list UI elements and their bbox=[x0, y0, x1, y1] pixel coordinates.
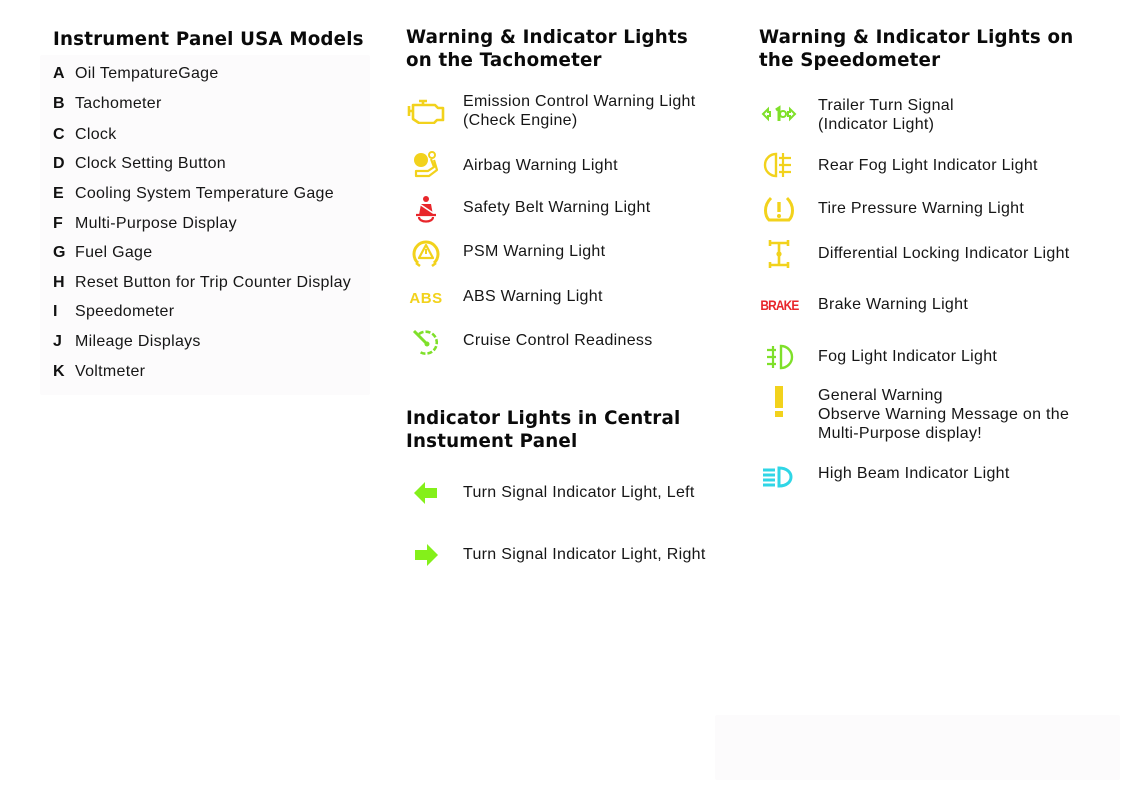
section-title: Warning & Indicator Lights on the Speedo… bbox=[759, 26, 1086, 72]
indicator-light-label: High Beam Indicator Light bbox=[818, 464, 1010, 483]
label-line1: High Beam Indicator Light bbox=[818, 465, 1010, 482]
abs-icon: ABS bbox=[409, 289, 443, 307]
indicator-light-label: Safety Belt Warning Light bbox=[463, 198, 650, 217]
section-title-line1: Warning & Indicator Lights on bbox=[759, 26, 1074, 48]
label-line1: Airbag Warning Light bbox=[463, 157, 618, 174]
indicator-light-label: Emission Control Warning Light (Check Eng… bbox=[463, 92, 696, 130]
legend-item: H Reset Button for Trip Counter Display bbox=[53, 273, 351, 292]
legend-label: Fuel Gage bbox=[75, 244, 153, 261]
indicator-light-label: Brake Warning Light bbox=[818, 295, 968, 314]
legend-label: Cooling System Temperature Gage bbox=[75, 185, 334, 202]
label-line1: Rear Fog Light Indicator Light bbox=[818, 157, 1038, 174]
indicator-light-label: Airbag Warning Light bbox=[463, 156, 618, 175]
rear-fog-light-icon bbox=[759, 149, 799, 181]
legend-label: Voltmeter bbox=[75, 363, 146, 380]
section-title: Warning & Indicator Lights on the Tachom… bbox=[406, 26, 700, 72]
legend-label: Clock bbox=[75, 126, 117, 143]
section-title-line1: Indicator Lights in Central bbox=[406, 407, 681, 429]
high-beam-icon bbox=[759, 461, 799, 493]
label-line1: Trailer Turn Signal bbox=[818, 97, 954, 114]
legend-item: C Clock bbox=[53, 125, 117, 144]
arrow-left-icon bbox=[406, 477, 446, 509]
label-line1: General Warning bbox=[818, 387, 943, 404]
indicator-light-label: Turn Signal Indicator Light, Right bbox=[463, 545, 706, 564]
legend-letter: K bbox=[53, 363, 65, 380]
label-line1: Safety Belt Warning Light bbox=[463, 199, 651, 216]
cruise-control-icon bbox=[406, 326, 446, 358]
label-line1: ABS Warning Light bbox=[463, 288, 603, 305]
legend-letter: A bbox=[53, 65, 65, 82]
label-line1: Cruise Control Readiness bbox=[463, 332, 653, 349]
legend-label: Reset Button for Trip Counter Display bbox=[75, 274, 352, 291]
legend-item: G Fuel Gage bbox=[53, 243, 152, 262]
legend-item: A Oil TempatureGage bbox=[53, 64, 219, 83]
legend-item: F Multi-Purpose Display bbox=[53, 214, 237, 233]
label-line1: Emission Control Warning Light bbox=[463, 93, 696, 110]
legend-item: I Speedometer bbox=[53, 302, 174, 321]
brake-icon: BRAKE bbox=[759, 297, 799, 313]
psm-icon bbox=[406, 237, 446, 269]
label-line3: Multi-Purpose display! bbox=[818, 425, 982, 442]
legend-label: Multi-Purpose Display bbox=[75, 215, 237, 232]
legend-label: Mileage Displays bbox=[75, 333, 201, 350]
label-line1: Tire Pressure Warning Light bbox=[818, 200, 1025, 217]
airbag-icon bbox=[406, 149, 446, 181]
indicator-light-label: General Warning Observe Warning Message o… bbox=[818, 386, 1069, 443]
indicator-light-label: Rear Fog Light Indicator Light bbox=[818, 156, 1038, 175]
legend-label: Oil TempatureGage bbox=[75, 65, 219, 82]
legend-label: Speedometer bbox=[75, 303, 175, 320]
label-line1: Turn Signal Indicator Light, Left bbox=[463, 484, 695, 501]
legend-letter: G bbox=[53, 244, 66, 261]
indicator-light-label: Cruise Control Readiness bbox=[463, 331, 653, 350]
legend-letter: J bbox=[53, 333, 63, 350]
section-title: Instrument Panel USA Models bbox=[53, 28, 364, 50]
indicator-light-label: ABS Warning Light bbox=[463, 287, 603, 306]
label-line2: Observe Warning Message on the bbox=[818, 406, 1070, 423]
section-title-line1: Warning & Indicator Lights bbox=[406, 26, 688, 48]
legend-letter: C bbox=[53, 126, 65, 143]
arrow-right-icon bbox=[406, 539, 446, 571]
seatbelt-icon bbox=[406, 194, 446, 226]
general-warning-icon bbox=[759, 386, 799, 418]
section-title-line2: Instument Panel bbox=[406, 430, 578, 452]
legend-letter: B bbox=[53, 95, 65, 112]
indicator-light-label: Tire Pressure Warning Light bbox=[818, 199, 1024, 218]
legend-letter: H bbox=[53, 274, 65, 291]
legend-item: K Voltmeter bbox=[53, 362, 145, 381]
tire-pressure-icon bbox=[759, 193, 799, 225]
legend-item: E Cooling System Temperature Gage bbox=[53, 184, 334, 203]
legend-item: D Clock Setting Button bbox=[53, 154, 226, 173]
indicator-light-label: PSM Warning Light bbox=[463, 242, 605, 261]
indicator-light-label: Differential Locking Indicator Light bbox=[818, 244, 1070, 263]
indicator-light-label: Fog Light Indicator Light bbox=[818, 347, 997, 366]
legend-letter: I bbox=[53, 303, 58, 320]
legend-item: B Tachometer bbox=[53, 94, 162, 113]
label-line1: Fog Light Indicator Light bbox=[818, 348, 998, 365]
legend-letter: F bbox=[53, 215, 64, 232]
indicator-light-label: Trailer Turn Signal (Indicator Light) bbox=[818, 96, 954, 134]
section-title-line2: on the Tachometer bbox=[406, 49, 602, 71]
label-line1: Turn Signal Indicator Light, Right bbox=[463, 546, 706, 563]
fog-light-icon bbox=[759, 341, 799, 373]
label-line1: Differential Locking Indicator Light bbox=[818, 245, 1070, 262]
label-line2: (Check Engine) bbox=[463, 112, 578, 129]
legend-label: Tachometer bbox=[75, 95, 162, 112]
legend-label: Clock Setting Button bbox=[75, 155, 226, 172]
legend-letter: D bbox=[53, 155, 65, 172]
section-title-line2: the Speedometer bbox=[759, 49, 941, 71]
trailer-turn-signal-icon bbox=[759, 98, 799, 130]
central-panel-title: Indicator Lights in Central Instument Pa… bbox=[406, 407, 692, 453]
label-line1: PSM Warning Light bbox=[463, 243, 606, 260]
label-line2: (Indicator Light) bbox=[818, 116, 935, 133]
check-engine-icon bbox=[406, 95, 446, 127]
differential-lock-icon bbox=[759, 238, 799, 270]
legend-item: J Mileage Displays bbox=[53, 332, 201, 351]
label-line1: Brake Warning Light bbox=[818, 296, 969, 313]
legend-letter: E bbox=[53, 185, 64, 202]
background-texture bbox=[715, 715, 1120, 780]
indicator-light-label: Turn Signal Indicator Light, Left bbox=[463, 483, 695, 502]
